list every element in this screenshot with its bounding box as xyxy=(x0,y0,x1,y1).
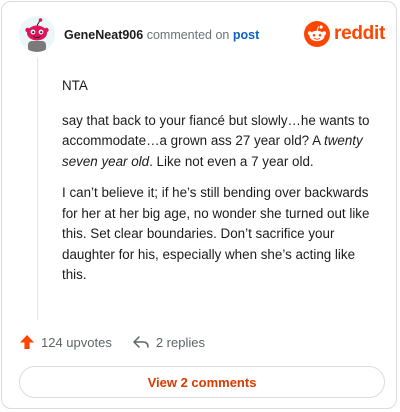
reddit-brand[interactable]: reddit xyxy=(304,20,385,48)
comment-paragraph: NTA xyxy=(62,78,88,93)
upvote-arrow-icon xyxy=(20,335,34,349)
snoo-avatar-icon xyxy=(19,16,55,52)
comment-actions: 124 upvotes 2 replies xyxy=(19,332,205,352)
upvote-button[interactable]: 124 upvotes xyxy=(19,334,112,350)
view-comments-button[interactable]: View 2 comments xyxy=(19,366,385,398)
comment-card: GeneNeat906 commented on post reddit NTA… xyxy=(1,1,397,409)
username-link[interactable]: GeneNeat906 xyxy=(64,28,143,42)
reply-arrow-icon xyxy=(133,336,149,348)
thread-line xyxy=(37,58,38,320)
comment-body: NTA say that back to your fiancé but slo… xyxy=(62,76,382,297)
upvote-count: 124 upvotes xyxy=(41,334,112,350)
comment-paragraph: I can’t believe it; if he’s still bendin… xyxy=(62,185,370,282)
brand-wordmark: reddit xyxy=(334,23,385,44)
comment-header: GeneNeat906 commented on post reddit xyxy=(19,16,385,56)
replies-button[interactable]: 2 replies xyxy=(132,334,205,350)
action-text: commented on xyxy=(146,28,230,42)
reddit-logo-icon xyxy=(304,21,331,47)
user-avatar[interactable] xyxy=(19,16,55,52)
comment-text: . Like not even a 7 year old. xyxy=(149,153,314,169)
replies-count: 2 replies xyxy=(155,334,205,350)
post-link[interactable]: post xyxy=(233,28,259,42)
comment-meta: GeneNeat906 commented on post xyxy=(64,28,259,42)
comment-paragraph: say that back to your fiancé but slowly…… xyxy=(62,111,382,173)
